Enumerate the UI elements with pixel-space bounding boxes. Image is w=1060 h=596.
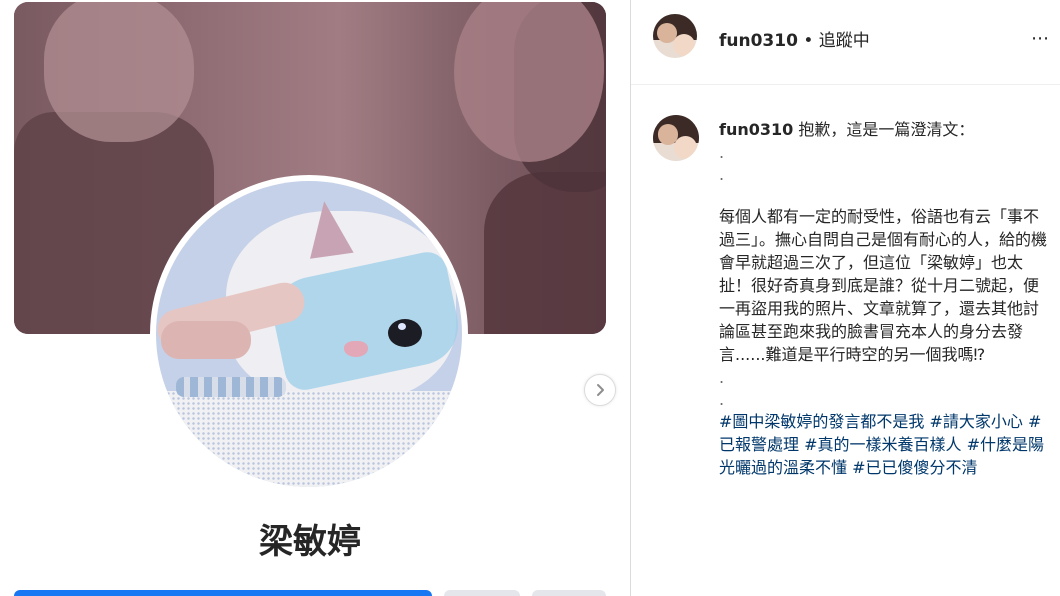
- next-arrow-icon[interactable]: [584, 374, 616, 406]
- caption-dot: .: [719, 143, 725, 162]
- post-caption: fun0310 抱歉，這是一篇澄清文： . . 每個人都有一定的耐受性，俗語也有…: [719, 118, 1049, 479]
- profile-panel: 梁敏婷: [0, 0, 630, 596]
- caption-dot: .: [719, 390, 725, 409]
- caption-intro: 抱歉，這是一篇澄清文：: [798, 120, 975, 139]
- profile-name: 梁敏婷: [259, 522, 361, 562]
- post-header: fun0310 • 追蹤中 ⋯: [631, 0, 1060, 85]
- primary-action-button[interactable]: [14, 590, 432, 596]
- caption-dot: .: [719, 165, 725, 184]
- profile-avatar[interactable]: [150, 175, 468, 493]
- secondary-action-button[interactable]: [444, 590, 520, 596]
- separator-dot: •: [803, 31, 814, 51]
- caption-username[interactable]: fun0310: [719, 120, 793, 139]
- caption-dot: .: [719, 368, 725, 387]
- post-author: fun0310 • 追蹤中: [719, 26, 870, 51]
- more-action-button[interactable]: [532, 590, 606, 596]
- post-panel: fun0310 • 追蹤中 ⋯ fun0310 抱歉，這是一篇澄清文： . . …: [631, 0, 1060, 596]
- avatar[interactable]: [653, 14, 697, 58]
- more-options-icon[interactable]: ⋯: [1031, 28, 1050, 49]
- username-link[interactable]: fun0310: [719, 31, 798, 51]
- caption-body: 每個人都有一定的耐受性，俗語也有云「事不過三」。撫心自問自己是個有耐心的人，給的…: [719, 207, 1048, 364]
- caption-hashtags[interactable]: #圖中梁敏婷的發言都不是我 #請大家小心 #已報警處理 #真的一樣米養百樣人 #…: [719, 410, 1049, 479]
- caption-avatar[interactable]: [653, 115, 699, 161]
- follow-status[interactable]: 追蹤中: [819, 31, 870, 51]
